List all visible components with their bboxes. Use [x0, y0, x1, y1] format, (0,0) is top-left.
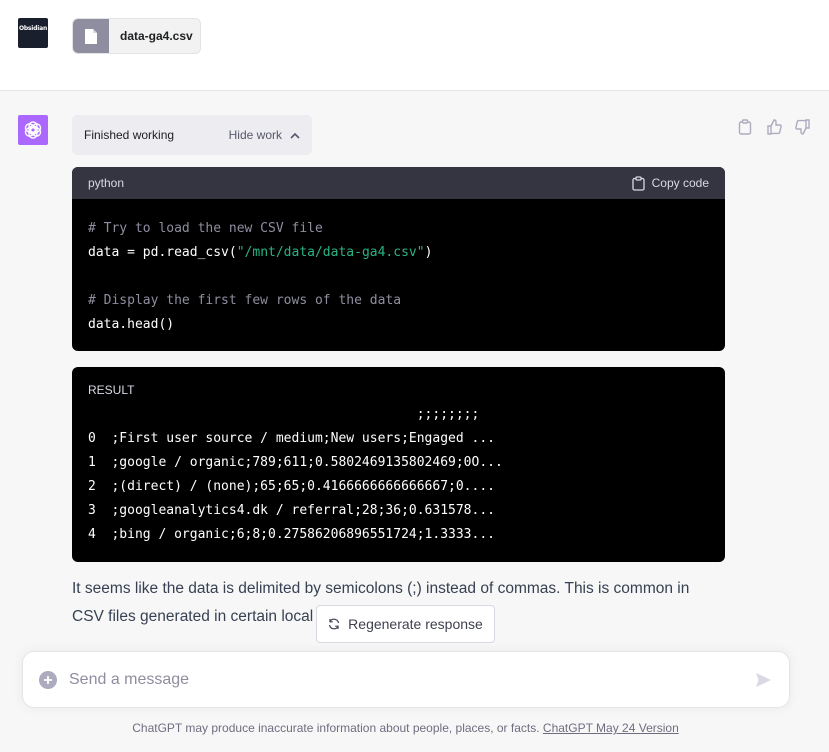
- assistant-avatar: [18, 115, 48, 145]
- hide-work-button[interactable]: Hide work: [229, 128, 300, 142]
- result-label: RESULT: [88, 383, 135, 397]
- result-line: ;;;;;;;;: [88, 407, 480, 422]
- thumbs-up-icon[interactable]: [765, 118, 782, 135]
- code-header: python Copy code: [72, 167, 725, 199]
- copy-code-button[interactable]: Copy code: [631, 175, 709, 191]
- user-message-row: Obsidian data-ga4.csv: [0, 0, 829, 91]
- thumbs-down-icon[interactable]: [794, 118, 811, 135]
- document-icon: [73, 19, 109, 53]
- disclaimer: ChatGPT may produce inaccurate informati…: [0, 721, 811, 735]
- disclaimer-text: ChatGPT may produce inaccurate informati…: [132, 721, 543, 735]
- code-string: "/mnt/data/data-ga4.csv": [236, 245, 425, 260]
- hide-work-label: Hide work: [228, 128, 282, 142]
- regenerate-label: Regenerate response: [348, 616, 483, 632]
- copy-code-label: Copy code: [651, 176, 709, 190]
- copy-message-icon[interactable]: [736, 118, 753, 135]
- work-status-bar: Finished working Hide work: [72, 115, 312, 155]
- code-line: # Display the first few rows of the data: [88, 289, 709, 313]
- message-input[interactable]: [69, 670, 753, 689]
- code-line: data = pd.read_csv("/mnt/data/data-ga4.c…: [88, 241, 709, 265]
- send-icon[interactable]: [753, 670, 773, 690]
- chevron-up-icon: [290, 132, 300, 139]
- code-token: ): [424, 245, 433, 260]
- code-comment: # Try to load the new CSV file: [88, 221, 323, 236]
- work-status-text: Finished working: [84, 128, 175, 142]
- plus-icon[interactable]: [39, 670, 57, 689]
- code-content: # Try to load the new CSV file data = pd.…: [72, 199, 725, 337]
- code-line: data.head(): [88, 313, 709, 337]
- openai-logo-icon: [24, 121, 42, 139]
- result-content: ;;;;;;;; 0 ;First user source / medium;Ne…: [88, 403, 709, 547]
- user-avatar-label: Obsidian: [18, 25, 48, 32]
- result-line: 4 ;bing / organic;6;8;0.2758620689655172…: [88, 527, 495, 542]
- result-line: 2 ;(direct) / (none);65;65;0.41666666666…: [88, 479, 495, 494]
- result-line: 0 ;First user source / medium;New users;…: [88, 431, 495, 446]
- result-block: RESULT ;;;;;;;; 0 ;First user source / me…: [72, 367, 725, 562]
- code-token: data = pd.read_csv(: [88, 245, 237, 260]
- code-language: python: [88, 176, 125, 190]
- code-comment: # Display the first few rows of the data: [88, 293, 402, 308]
- result-line: 1 ;google / organic;789;611;0.5802469135…: [88, 455, 503, 470]
- user-avatar: Obsidian: [18, 18, 48, 48]
- file-name: data-ga4.csv: [120, 29, 193, 43]
- code-block: python Copy code # Try to load the new C…: [72, 167, 725, 351]
- message-composer: [22, 651, 790, 708]
- file-attachment[interactable]: data-ga4.csv: [72, 18, 201, 54]
- result-line: 3 ;googleanalytics4.dk / referral;28;36;…: [88, 503, 495, 518]
- code-line: # Try to load the new CSV file: [88, 217, 709, 241]
- version-link[interactable]: ChatGPT May 24 Version: [543, 721, 679, 735]
- refresh-icon: [329, 618, 340, 630]
- clipboard-icon: [631, 175, 645, 191]
- regenerate-response-button[interactable]: Regenerate response: [316, 605, 495, 643]
- code-token: data.head(): [88, 317, 175, 332]
- message-actions: [736, 118, 811, 135]
